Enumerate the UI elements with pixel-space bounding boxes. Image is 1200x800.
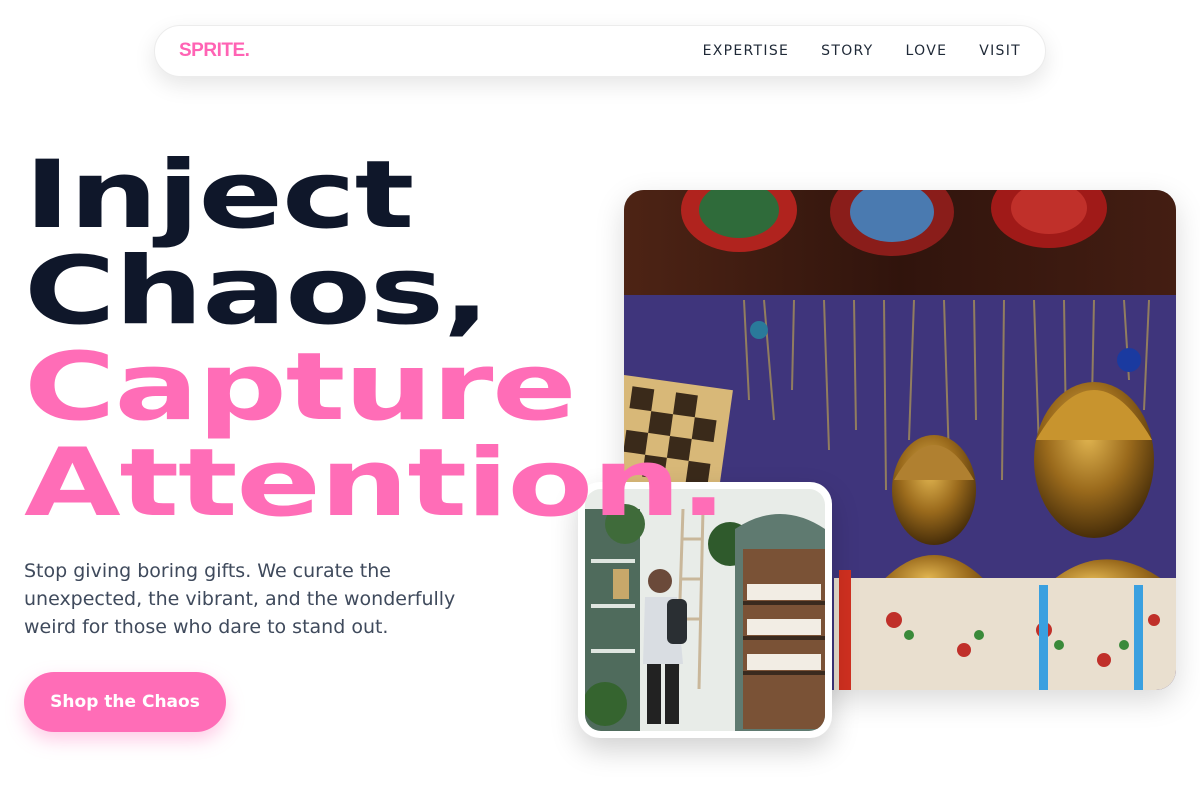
shop-the-chaos-button[interactable]: Shop the Chaos [24,672,226,732]
top-navigation: SPRITE. EXPERTISE STORY LOVE VISIT [154,25,1046,77]
headline-line-attention: Attention. [24,429,727,538]
headline-line-inject: Inject [24,141,414,250]
hero-headline: Inject Chaos, Capture Attention. [24,141,727,538]
nav-link-story[interactable]: STORY [821,43,873,59]
hero-subtext: Stop giving boring gifts. We curate the … [24,560,456,638]
nav-link-visit[interactable]: VISIT [979,43,1021,59]
nav-links: EXPERTISE STORY LOVE VISIT [703,43,1021,59]
headline-line-chaos: Chaos, [24,237,490,346]
nav-link-expertise[interactable]: EXPERTISE [703,43,790,59]
headline-line-capture: Capture [24,333,577,442]
nav-link-love[interactable]: LOVE [906,43,948,59]
logo[interactable]: SPRITE. [179,40,250,62]
